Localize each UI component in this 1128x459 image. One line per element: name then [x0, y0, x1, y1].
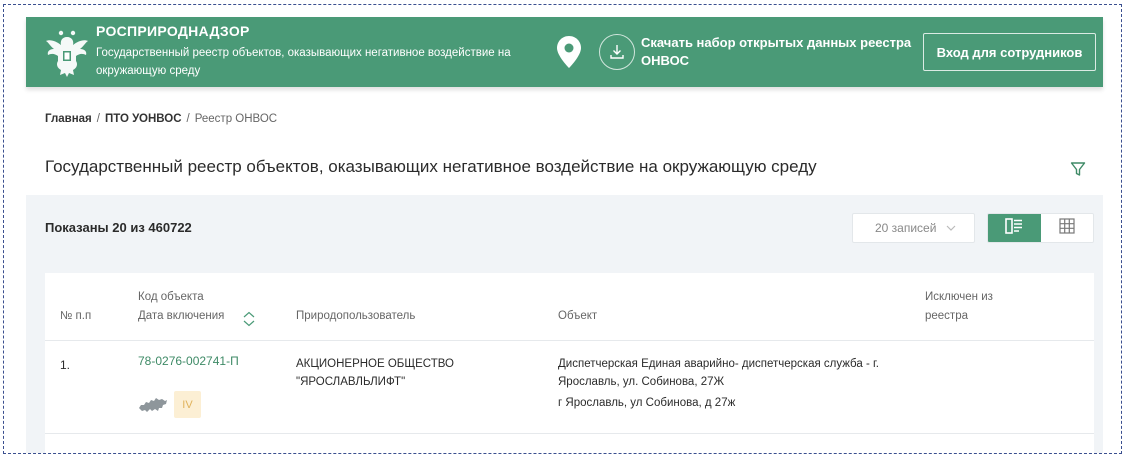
org-name: РОСПРИРОДНАДЗОР: [96, 23, 250, 39]
page-title: Государственный реестр объектов, оказыва…: [45, 157, 817, 176]
filter-icon[interactable]: [1070, 161, 1086, 177]
column-header-date: Дата включения: [138, 310, 225, 322]
object-code-link[interactable]: 78-0276-002741-П: [138, 354, 239, 368]
row-divider: [45, 433, 1094, 434]
list-view-button[interactable]: [988, 214, 1041, 242]
column-header-code-date: Код объекта Дата включения: [138, 288, 224, 326]
category-badge: IV: [174, 391, 201, 418]
download-icon[interactable]: [599, 34, 635, 70]
shown-count: Показаны 20 из 460722: [45, 220, 192, 235]
breadcrumb: Главная / ПТО УОНВОС / Реестр ОНВОС: [45, 113, 277, 125]
org-subtitle: Государственный реестр объектов, оказыва…: [96, 47, 511, 77]
breadcrumb-separator: /: [96, 113, 100, 125]
column-header-object: Объект: [558, 310, 598, 322]
column-header-excluded: Исключен из реестра: [925, 291, 993, 322]
site-header: РОСПРИРОДНАДЗОР Государственный реестр о…: [26, 17, 1103, 87]
page-size-value: 20 записей: [875, 221, 937, 235]
object-address: г Ярославль, ул Собинова, д 27ж: [558, 397, 736, 409]
column-header-user: Природопользователь: [296, 310, 416, 322]
nature-user-name: АКЦИОНЕРНОЕ ОБЩЕСТВО "ЯРОСЛАВЛЬЛИФТ": [296, 358, 454, 388]
russia-map-icon: [138, 396, 168, 414]
registry-table: № п.п Код объекта Дата включения Природо…: [45, 273, 1094, 453]
page-size-select[interactable]: 20 записей: [852, 213, 975, 243]
emblem-icon[interactable]: [42, 27, 92, 79]
object-name: Диспетчерская Единая аварийно- диспетчер…: [558, 358, 879, 388]
breadcrumb-pto-link[interactable]: ПТО УОНВОС: [105, 113, 182, 125]
location-pin-icon[interactable]: [556, 35, 582, 69]
breadcrumb-home-link[interactable]: Главная: [45, 113, 92, 125]
breadcrumb-separator: /: [186, 113, 190, 125]
download-open-data-link[interactable]: Скачать набор открытых данных реестра ОН…: [641, 34, 921, 70]
column-header-code: Код объекта: [138, 291, 204, 303]
object-description: Диспетчерская Единая аварийно- диспетчер…: [558, 355, 908, 412]
row-number: 1.: [60, 358, 71, 372]
chevron-down-icon: [946, 223, 956, 233]
registry-panel: Показаны 20 из 460722 20 записей № п.п К…: [26, 195, 1103, 453]
column-header-num: № п.п: [60, 310, 92, 322]
staff-login-button[interactable]: Вход для сотрудников: [923, 33, 1096, 71]
sort-icon[interactable]: [242, 311, 256, 327]
page-frame: РОСПРИРОДНАДЗОР Государственный реестр о…: [3, 4, 1122, 454]
header-divider: [45, 340, 1094, 341]
list-view-icon: [1005, 217, 1023, 239]
view-mode-toggle: [987, 213, 1094, 243]
grid-view-button[interactable]: [1040, 214, 1093, 242]
grid-view-icon: [1059, 217, 1075, 239]
breadcrumb-current: Реестр ОНВОС: [194, 113, 278, 125]
